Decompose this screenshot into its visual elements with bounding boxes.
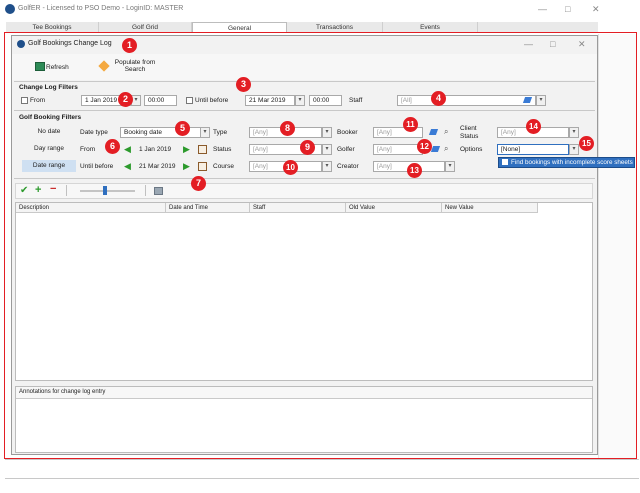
minimize-icon[interactable]: — bbox=[538, 4, 547, 14]
app-title: GolfER - Licensed to PSO Demo - LoginID:… bbox=[18, 5, 184, 12]
callout-badge: 13 bbox=[407, 163, 422, 178]
callout-badge: 1 bbox=[122, 38, 137, 53]
app-logo-icon bbox=[5, 4, 15, 14]
callout-badge: 6 bbox=[105, 139, 120, 154]
callout-badge: 15 bbox=[579, 136, 594, 151]
callout-badge: 9 bbox=[300, 140, 315, 155]
callout-badge: 10 bbox=[283, 160, 298, 175]
callout-badge: 3 bbox=[236, 77, 251, 92]
callout-badge: 7 bbox=[191, 176, 206, 191]
callout-badge: 14 bbox=[526, 119, 541, 134]
outer-bottom-panel bbox=[5, 459, 639, 489]
maximize-icon[interactable]: □ bbox=[565, 4, 570, 14]
divider bbox=[5, 478, 639, 479]
close-icon[interactable]: ✕ bbox=[592, 4, 600, 15]
callout-badge: 8 bbox=[280, 121, 295, 136]
callout-badge: 12 bbox=[417, 139, 432, 154]
callout-badge: 5 bbox=[175, 121, 190, 136]
callout-badge: 4 bbox=[431, 91, 446, 106]
callout-badge: 11 bbox=[403, 117, 418, 132]
highlight-frame bbox=[4, 32, 637, 459]
callout-badge: 2 bbox=[118, 92, 133, 107]
